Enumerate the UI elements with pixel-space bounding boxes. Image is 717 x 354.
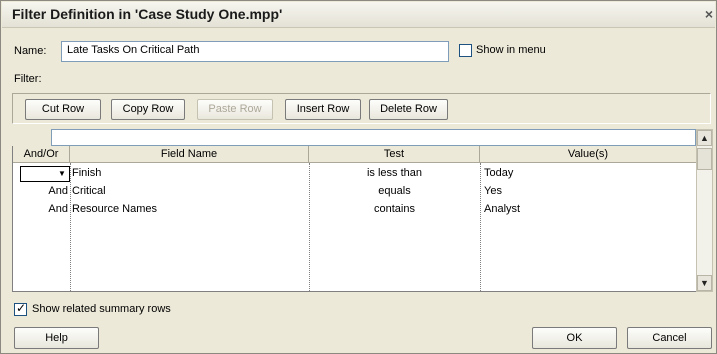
name-label: Name: — [14, 45, 47, 57]
title-bar: Filter Definition in 'Case Study One.mpp… — [2, 2, 715, 28]
scroll-down-icon[interactable]: ▼ — [697, 275, 712, 291]
help-button[interactable]: Help — [14, 327, 99, 349]
row-2-andor[interactable]: And — [13, 182, 68, 200]
cell-edit-bar[interactable] — [51, 129, 696, 146]
row-2-value[interactable]: Yes — [484, 182, 502, 200]
insert-row-button[interactable]: Insert Row — [285, 99, 361, 120]
row-3-field[interactable]: Resource Names — [72, 200, 157, 218]
paste-row-button[interactable]: Paste Row — [197, 99, 273, 120]
scroll-up-icon[interactable]: ▲ — [697, 130, 712, 146]
column-header-test: Test — [309, 146, 480, 163]
column-divider — [70, 163, 71, 291]
column-divider — [480, 163, 481, 291]
close-icon[interactable]: × — [705, 6, 713, 22]
show-in-menu-checkbox[interactable] — [459, 44, 472, 57]
row-3-test[interactable]: contains — [309, 200, 480, 218]
row-3-andor[interactable]: And — [13, 200, 68, 218]
filter-grid: And/Or Field Name Test Value(s) ▼ Finish… — [12, 146, 697, 292]
dialog-title: Filter Definition in 'Case Study One.mpp… — [12, 6, 283, 22]
cancel-button[interactable]: Cancel — [627, 327, 712, 349]
filter-label: Filter: — [14, 73, 42, 85]
row-2-test[interactable]: equals — [309, 182, 480, 200]
row-2-field[interactable]: Critical — [72, 182, 106, 200]
column-header-values: Value(s) — [480, 146, 697, 163]
cut-row-button[interactable]: Cut Row — [25, 99, 101, 120]
delete-row-button[interactable]: Delete Row — [369, 99, 448, 120]
filter-definition-dialog: Filter Definition in 'Case Study One.mpp… — [0, 0, 717, 354]
show-in-menu-label: Show in menu — [476, 44, 546, 56]
row-1-value[interactable]: Today — [484, 164, 513, 182]
show-related-summary-label: Show related summary rows — [32, 303, 171, 315]
row-1-test[interactable]: is less than — [309, 164, 480, 182]
ok-button[interactable]: OK — [532, 327, 617, 349]
show-related-summary-checkbox[interactable] — [14, 301, 27, 316]
column-header-andor: And/Or — [13, 146, 70, 163]
name-field[interactable]: Late Tasks On Critical Path — [61, 41, 449, 62]
column-header-field-name: Field Name — [70, 146, 309, 163]
andor-dropdown[interactable]: ▼ — [20, 166, 70, 182]
copy-row-button[interactable]: Copy Row — [111, 99, 185, 120]
row-1-field[interactable]: Finish — [72, 164, 101, 182]
grid-scrollbar[interactable]: ▲ ▼ — [696, 129, 713, 292]
row-3-value[interactable]: Analyst — [484, 200, 520, 218]
chevron-down-icon[interactable]: ▼ — [56, 168, 68, 180]
scroll-thumb[interactable] — [697, 148, 712, 170]
